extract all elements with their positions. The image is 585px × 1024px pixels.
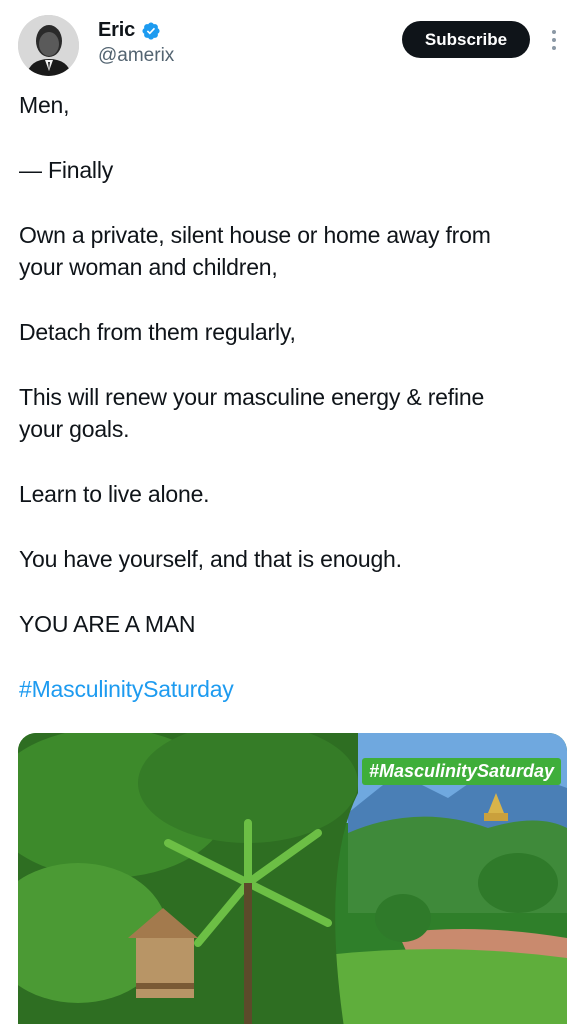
tweet-text-line: YOU ARE A MAN bbox=[19, 611, 196, 637]
tweet-text-line: — Finally bbox=[19, 157, 114, 183]
media-hashtag-overlay: #MasculinitySaturday bbox=[361, 758, 561, 785]
tweet-screen: Eric @amerix Subscribe Men, — Finally Ow… bbox=[0, 0, 585, 1024]
tweet-text-line: Learn to live alone. bbox=[19, 481, 210, 507]
tweet-text-line: Detach from them regularly, bbox=[19, 319, 296, 345]
tweet-text-line: Men, bbox=[19, 92, 70, 118]
tweet-text-line: Own a private, silent house or home away… bbox=[19, 222, 491, 248]
tweet-text-line: your woman and children, bbox=[19, 254, 278, 280]
tweet-text-line: your goals. bbox=[19, 416, 130, 442]
tweet-text-line: This will renew your masculine energy & … bbox=[19, 384, 485, 410]
avatar[interactable] bbox=[18, 15, 79, 76]
avatar-portrait-icon bbox=[18, 15, 79, 76]
verified-badge-icon bbox=[142, 21, 160, 40]
hashtag-link[interactable]: #MasculinitySaturday bbox=[19, 673, 234, 705]
tweet-media-image[interactable]: #MasculinitySaturday bbox=[18, 733, 567, 1024]
more-vertical-icon[interactable] bbox=[547, 26, 561, 54]
display-name[interactable]: Eric bbox=[98, 19, 135, 42]
tweet-text-line: You have yourself, and that is enough. bbox=[19, 546, 402, 572]
author-name-row[interactable]: Eric bbox=[98, 19, 161, 42]
subscribe-button[interactable]: Subscribe bbox=[402, 21, 530, 58]
author-handle[interactable]: @amerix bbox=[98, 45, 174, 67]
